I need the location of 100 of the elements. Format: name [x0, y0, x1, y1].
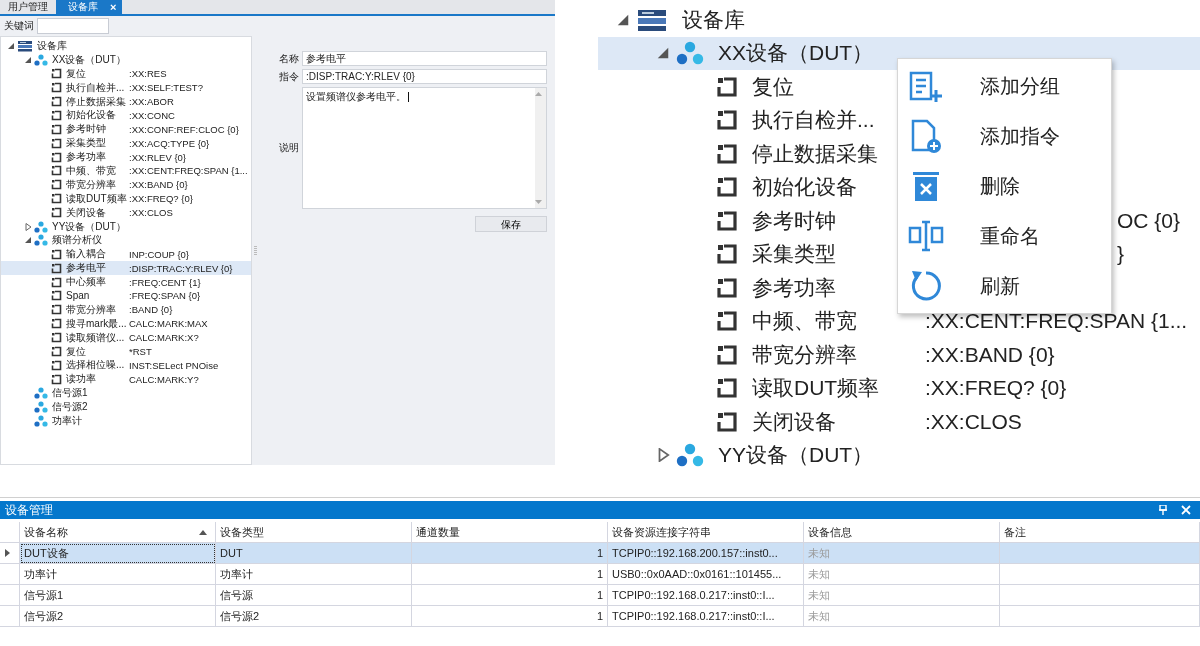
tree-item[interactable]: 停止数据采集 — [716, 139, 878, 168]
table-cell: DUT — [216, 543, 412, 564]
tree-item[interactable]: 读取DUT频率 — [716, 374, 880, 403]
description-label: 说明 — [278, 141, 300, 155]
command-text: :XX:FREQ? {0} — [925, 376, 1067, 401]
tree-row[interactable]: 选择相位噪... INST:SELect PNOise — [1, 358, 251, 373]
table-cell: 1 — [412, 564, 608, 585]
tree-item[interactable]: 中频、带宽 — [716, 307, 857, 336]
command-icon — [51, 318, 62, 330]
row-header — [0, 585, 20, 606]
column-header[interactable]: 设备资源连接字符串 — [608, 522, 804, 543]
name-label: 名称 — [278, 51, 300, 66]
keyword-label: 关键词 — [4, 19, 34, 33]
tree-item[interactable]: 执行自检并... — [716, 106, 875, 135]
tree-row[interactable]: 初始化设备 :XX:CONC — [1, 108, 251, 123]
command-text: :XX:CLOS — [925, 409, 1022, 434]
tree-row[interactable]: 信号源2 — [1, 400, 251, 415]
name-field[interactable]: 参考电平 — [302, 51, 547, 66]
command-label: 指令 — [278, 69, 300, 84]
table-cell: 未知 — [804, 606, 1000, 627]
node-cluster-icon — [34, 53, 48, 66]
tree-label: 中心频率 — [66, 275, 106, 290]
command-text: :XX:BAND {0} — [925, 342, 1055, 367]
tree-row[interactable]: 搜寻mark最... CALC:MARK:MAX — [1, 316, 251, 331]
tree-item[interactable]: 参考时钟 — [716, 206, 836, 235]
tree-row[interactable]: 复位 *RST — [1, 344, 251, 359]
command-icon — [716, 410, 738, 433]
tree-row[interactable]: 设备库 — [1, 39, 251, 53]
menu-item[interactable]: 重命名 — [898, 211, 1111, 261]
column-header[interactable]: 设备类型 — [216, 522, 412, 543]
close-icon[interactable] — [1181, 505, 1191, 515]
tree-row[interactable]: 参考功率 :XX:RLEV {0} — [1, 150, 251, 164]
tree-row[interactable]: 读功率 CALC:MARK:Y? — [1, 372, 251, 387]
command-field[interactable]: :DISP:TRAC:Y:RLEV {0} — [302, 69, 547, 84]
tree-row[interactable]: 功率计 — [1, 414, 251, 428]
tree-row[interactable]: YY设备（DUT） — [1, 219, 251, 234]
tree-row[interactable]: 采集类型 :XX:ACQ:TYPE {0} — [1, 136, 251, 151]
save-button[interactable]: 保存 — [475, 216, 547, 232]
tree-item[interactable]: 设备库 — [636, 5, 745, 34]
tree-row[interactable]: 读取DUT频率 :XX:FREQ? {0} — [1, 191, 251, 206]
tree-row[interactable]: 执行自检并... :XX:SELF:TEST? — [1, 80, 251, 95]
tree-row[interactable]: 停止数据采集 :XX:ABOR — [1, 94, 251, 109]
tree-row[interactable]: Span :FREQ:SPAN {0} — [1, 289, 251, 303]
tree-item[interactable]: 关闭设备 — [716, 407, 836, 436]
tree-label: 选择相位噪... — [66, 358, 125, 373]
table-cell: TCPIP0::192.168.0.217::inst0::I... — [608, 606, 804, 627]
command-icon — [51, 109, 62, 121]
tab[interactable]: 设备库 × — [56, 0, 123, 14]
table-cell: 功率计 — [20, 564, 216, 585]
menu-item[interactable]: 刷新 — [898, 261, 1111, 311]
tree-item[interactable]: 参考功率 — [716, 273, 836, 302]
splitter-grip[interactable] — [253, 245, 257, 256]
tree-row[interactable]: 输入耦合 INP:COUP {0} — [1, 247, 251, 262]
keyword-field[interactable] — [37, 18, 109, 34]
table-cell: TCPIP0::192.168.0.217::inst0::I... — [608, 585, 804, 606]
tree-row[interactable]: 参考时钟 :XX:CONF:REF:CLOC {0} — [1, 122, 251, 137]
tree-row[interactable]: 参考电平 :DISP:TRAC:Y:RLEV {0} — [1, 261, 251, 276]
column-header[interactable]: 通道数量 — [412, 522, 608, 543]
menu-item[interactable]: 添加分组 — [898, 61, 1111, 111]
tree-item[interactable]: 初始化设备 — [716, 173, 857, 202]
sort-arrow-icon[interactable] — [199, 529, 207, 535]
tree-label: 读取DUT频率 — [66, 191, 127, 206]
column-header[interactable]: 设备名称 — [20, 522, 216, 543]
tree-label: 功率计 — [52, 414, 82, 428]
server-icon — [636, 7, 668, 32]
tree-item[interactable]: 采集类型 — [716, 240, 836, 269]
table-cell: 未知 — [804, 543, 1000, 564]
menu-item[interactable]: 添加指令 — [898, 111, 1111, 161]
tree-row[interactable]: 复位 :XX:RES — [1, 66, 251, 81]
tree-row[interactable]: 带宽分辨率 :BAND {0} — [1, 302, 251, 317]
command-icon — [716, 209, 738, 232]
tree-row[interactable]: 频谱分析仪 — [1, 233, 251, 248]
tree-row[interactable]: 中频、带宽 :XX:CENT:FREQ:SPAN {1... — [1, 164, 251, 178]
table-cell: TCPIP0::192.168.200.157::inst0... — [608, 543, 804, 564]
tree-row[interactable]: 关闭设备 :XX:CLOS — [1, 205, 251, 220]
command-text: :XX:CONC — [129, 109, 175, 121]
node-cluster-icon — [34, 220, 48, 233]
column-header[interactable]: 设备信息 — [804, 522, 1000, 543]
command-text: :XX:FREQ? {0} — [129, 193, 193, 205]
tree-label: 关闭设备 — [66, 205, 106, 220]
tree-item[interactable]: YY设备（DUT） — [676, 441, 874, 470]
tree-row[interactable]: 带宽分辨率 :XX:BAND {0} — [1, 177, 251, 192]
column-header[interactable]: 备注 — [1000, 522, 1200, 543]
tree-row[interactable]: 中心频率 :FREQ:CENT {1} — [1, 275, 251, 290]
command-icon — [716, 343, 738, 366]
table-cell: USB0::0x0AAD::0x0161::101455... — [608, 564, 804, 585]
command-text: :FREQ:CENT {1} — [129, 276, 201, 288]
tree-row[interactable]: 信号源1 — [1, 386, 251, 401]
pin-icon[interactable] — [1159, 505, 1167, 515]
tree-row[interactable]: XX设备（DUT） — [1, 52, 251, 67]
tree-item[interactable]: 带宽分辨率 — [716, 340, 857, 369]
table-cell: DUT设备 — [20, 543, 216, 564]
tree-item[interactable]: 复位 — [716, 72, 794, 101]
menu-item[interactable]: 删除 — [898, 161, 1111, 211]
collapsed-arrow-icon[interactable] — [22, 222, 34, 231]
close-icon[interactable]: × — [110, 0, 117, 14]
server-icon — [17, 39, 33, 52]
tree-label: 读取频谱仪... — [66, 330, 125, 345]
command-icon — [51, 179, 62, 191]
tree-row[interactable]: 读取频谱仪... CALC:MARK:X? — [1, 330, 251, 345]
